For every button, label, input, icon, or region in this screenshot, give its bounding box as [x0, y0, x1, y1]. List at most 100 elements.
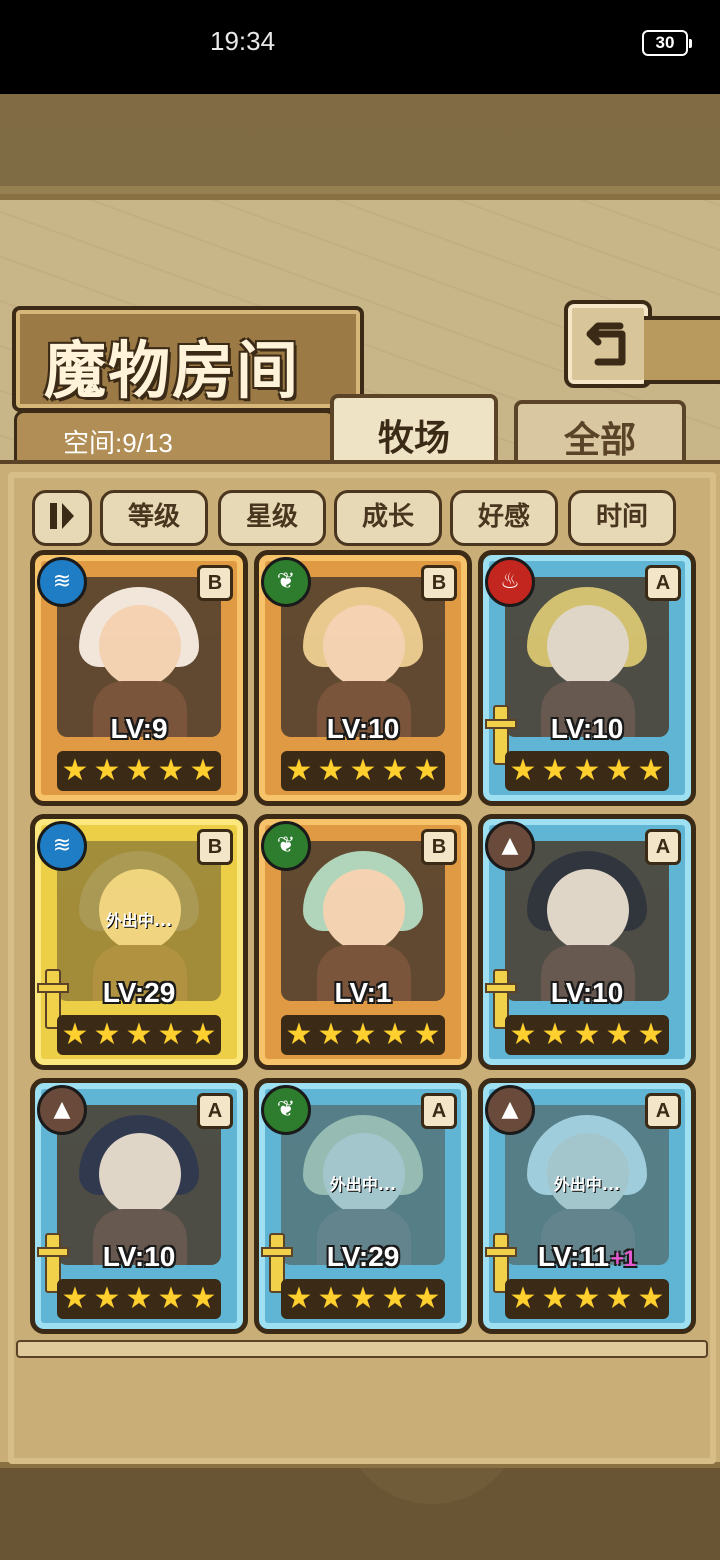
mountain-icon: ▲ [37, 1085, 87, 1135]
monster-card[interactable]: ▲ A 外出中... LV:11+1 ★ ★ ★ ★ ★ [478, 1078, 696, 1334]
page-title: 魔物房间 [44, 334, 301, 407]
away-status: 外出中... [329, 1175, 397, 1194]
star-icon: ★ [541, 753, 569, 788]
level-label: LV:10 [259, 713, 467, 745]
star-icon: ★ [189, 1281, 217, 1316]
star-icon: ★ [61, 753, 89, 788]
star-icon: ★ [61, 1017, 89, 1052]
star-icon: ★ [125, 1281, 153, 1316]
star-icon: ★ [93, 1017, 121, 1052]
monster-card[interactable]: ❦ A 外出中... LV:29 ★ ★ ★ ★ ★ [254, 1078, 472, 1334]
level-value: LV:29 [326, 1241, 400, 1272]
face-shape [547, 869, 629, 951]
sort-star-button[interactable]: 星级 [218, 490, 326, 546]
star-icon: ★ [637, 1017, 665, 1052]
star-icon: ★ [317, 753, 345, 788]
level-value: LV:10 [102, 1241, 176, 1272]
space-counter: 空间:9/13 [63, 428, 173, 458]
star-rating: ★ ★ ★ ★ ★ [57, 751, 221, 791]
rank-badge: B [421, 829, 457, 865]
star-icon: ★ [509, 753, 537, 788]
leaf-icon: ❦ [261, 821, 311, 871]
star-rating: ★ ★ ★ ★ ★ [57, 1015, 221, 1055]
level-value: LV:10 [550, 713, 624, 744]
star-icon: ★ [157, 1017, 185, 1052]
sort-order-toggle[interactable] [32, 490, 92, 546]
status-time: 19:34 [210, 26, 276, 56]
level-value: LV:9 [110, 713, 168, 744]
level-label: LV:1 [259, 977, 467, 1009]
rank-badge: A [645, 565, 681, 601]
star-rating: ★ ★ ★ ★ ★ [505, 751, 669, 791]
star-rating: ★ ★ ★ ★ ★ [505, 1279, 669, 1319]
star-icon: ★ [573, 1281, 601, 1316]
star-icon: ★ [573, 1017, 601, 1052]
star-icon: ★ [317, 1281, 345, 1316]
star-icon: ★ [605, 1017, 633, 1052]
rank-badge: A [421, 1093, 457, 1129]
face-shape [99, 605, 181, 687]
star-icon: ★ [381, 753, 409, 788]
star-icon: ★ [125, 1017, 153, 1052]
game-screen: 魔物房间 空间:9/13 牧场 全部 等级 星级 成长 好感 时间 ≋ B LV:9… [0, 94, 720, 1560]
water-icon: ≋ [37, 557, 87, 607]
back-button[interactable] [564, 300, 652, 388]
star-icon: ★ [349, 1281, 377, 1316]
star-icon: ★ [573, 753, 601, 788]
sort-growth-button[interactable]: 成长 [334, 490, 442, 546]
monster-card[interactable]: ♨ A LV:10 ★ ★ ★ ★ ★ [478, 550, 696, 806]
star-icon: ★ [189, 753, 217, 788]
rank-badge: B [421, 565, 457, 601]
star-rating: ★ ★ ★ ★ ★ [505, 1015, 669, 1055]
star-icon: ★ [285, 1017, 313, 1052]
sort-direction-icon [50, 503, 74, 529]
sort-affection-button[interactable]: 好感 [450, 490, 558, 546]
level-value: LV:29 [102, 977, 176, 1008]
level-label: LV:10 [35, 1241, 243, 1273]
monster-card[interactable]: ≋ B 外出中... LV:29 ★ ★ ★ ★ ★ [30, 814, 248, 1070]
star-icon: ★ [93, 753, 121, 788]
panel-bottom-bar [16, 1340, 708, 1358]
water-icon: ≋ [37, 821, 87, 871]
map-bottom-band [0, 1466, 720, 1560]
star-rating: ★ ★ ★ ★ ★ [281, 1279, 445, 1319]
level-label: LV:9 [35, 713, 243, 745]
rank-badge: A [645, 829, 681, 865]
star-rating: ★ ★ ★ ★ ★ [57, 1279, 221, 1319]
level-value: LV:1 [334, 977, 392, 1008]
star-icon: ★ [637, 1281, 665, 1316]
face-shape [323, 605, 405, 687]
monster-panel: 等级 星级 成长 好感 时间 ≋ B LV:9 ★ ★ ★ ★ ★ ❦ B LV:10 ★ ★ ★ ★ ★ ♨ A… [0, 460, 720, 1464]
level-value: LV:11 [537, 1241, 609, 1272]
star-icon: ★ [157, 1281, 185, 1316]
monster-card[interactable]: ❦ B LV:10 ★ ★ ★ ★ ★ [254, 550, 472, 806]
monster-card[interactable]: ▲ A LV:10 ★ ★ ★ ★ ★ [30, 1078, 248, 1334]
level-label: LV:10 [483, 977, 691, 1009]
battery-icon: 30 [642, 30, 692, 56]
level-label: LV:29 [35, 977, 243, 1009]
star-icon: ★ [413, 1017, 441, 1052]
status-bar: 19:34 30 [0, 0, 720, 94]
star-icon: ★ [413, 1281, 441, 1316]
monster-card[interactable]: ≋ B LV:9 ★ ★ ★ ★ ★ [30, 550, 248, 806]
face-shape [547, 605, 629, 687]
level-label: LV:29 [259, 1241, 467, 1273]
sort-time-button[interactable]: 时间 [568, 490, 676, 546]
star-icon: ★ [509, 1281, 537, 1316]
monster-card[interactable]: ❦ B LV:1 ★ ★ ★ ★ ★ [254, 814, 472, 1070]
star-icon: ★ [637, 753, 665, 788]
star-icon: ★ [285, 753, 313, 788]
star-rating: ★ ★ ★ ★ ★ [281, 1015, 445, 1055]
level-label: LV:11+1 [483, 1241, 691, 1273]
star-icon: ★ [509, 1017, 537, 1052]
star-icon: ★ [189, 1017, 217, 1052]
rank-badge: B [197, 565, 233, 601]
star-icon: ★ [541, 1281, 569, 1316]
star-icon: ★ [381, 1017, 409, 1052]
face-shape [323, 869, 405, 951]
sort-level-button[interactable]: 等级 [100, 490, 208, 546]
star-icon: ★ [157, 753, 185, 788]
back-arrow-icon [586, 322, 626, 366]
monster-card[interactable]: ▲ A LV:10 ★ ★ ★ ★ ★ [478, 814, 696, 1070]
star-icon: ★ [61, 1281, 89, 1316]
